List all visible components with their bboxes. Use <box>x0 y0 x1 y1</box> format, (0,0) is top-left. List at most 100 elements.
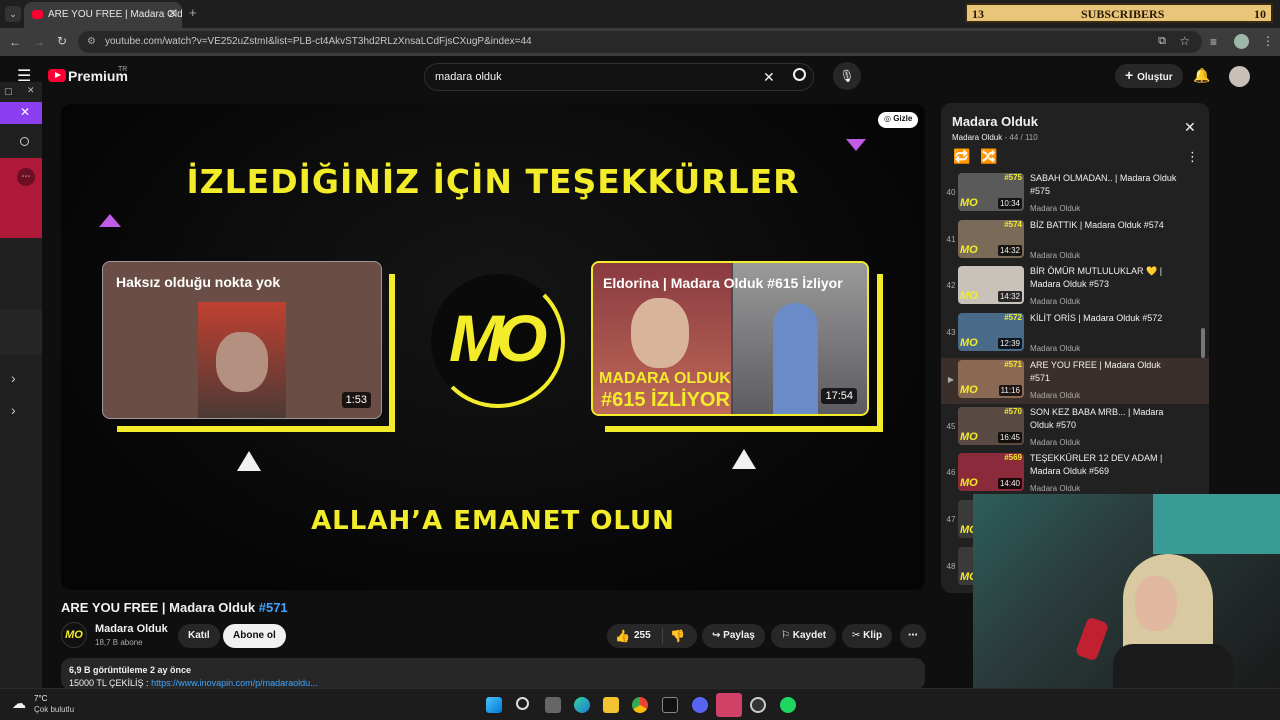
card-frame-left <box>117 426 395 432</box>
overlay-close-icon[interactable]: ✕ <box>27 85 35 96</box>
playlist-item-title: TEŞEKKÜRLER 12 DEV ADAM | Madara Olduk #… <box>1030 453 1163 477</box>
create-button[interactable]: + Oluştur <box>1115 64 1183 88</box>
share-button[interactable]: ↪ Paylaş <box>702 624 765 648</box>
new-tab-icon[interactable]: + <box>189 5 197 20</box>
playlist-menu-icon[interactable]: ⋮ <box>1186 149 1199 165</box>
join-button[interactable]: Katıl <box>178 624 220 648</box>
hide-cards-button[interactable]: ◎ Gizle <box>878 112 919 128</box>
playlist-item-title: BİZ BATTIK | Madara Olduk #574 <box>1030 219 1164 230</box>
playlist-item-thumbnail[interactable]: MO 14:32 <box>958 266 1024 305</box>
playlist-title[interactable]: Madara Olduk <box>952 114 1038 129</box>
install-app-icon[interactable]: ⧉ <box>1158 35 1166 48</box>
end-screen-title: İZLEDİĞİNİZ İÇİN TEŞEKKÜRLER <box>186 162 800 201</box>
file-explorer-icon[interactable] <box>603 697 619 713</box>
chevron-right-icon[interactable]: › <box>11 370 16 386</box>
playlist-item-title: SON KEZ BABA MRB... | Madara Olduk #570 <box>1030 406 1164 430</box>
youtube-logo-icon[interactable] <box>48 69 66 82</box>
x-app-icon[interactable] <box>662 697 678 713</box>
playlist-item-thumbnail[interactable]: MO #569 14:40 <box>958 453 1024 492</box>
search-input[interactable]: madara olduk ✕ <box>424 63 814 91</box>
weather-icon[interactable]: ☁ <box>12 695 26 712</box>
windows-start-icon[interactable] <box>486 697 502 713</box>
clip-label: Klip <box>863 630 883 641</box>
url-text: youtube.com/watch?v=VE252uZstmI&list=PLB… <box>105 36 532 47</box>
description-link[interactable]: https://www.inovapin.com/p/madaraoldu... <box>151 678 318 688</box>
account-avatar[interactable] <box>1229 66 1250 87</box>
browser-tab-active[interactable]: ARE YOU FREE | Madara Olduk <box>24 2 182 28</box>
playlist-item-thumbnail[interactable]: MO #575 10:34 <box>958 173 1024 211</box>
obs-icon[interactable] <box>750 697 766 713</box>
playlist-item-thumbnail[interactable]: MO #572 12:39 <box>958 313 1024 352</box>
playlist-item-duration: 14:32 <box>997 244 1022 256</box>
playlist-position: 44 / 110 <box>1009 133 1038 142</box>
more-actions-button[interactable]: ⋯ <box>900 624 926 648</box>
address-bar[interactable]: ⚙ youtube.com/watch?v=VE252uZstmI&list=P… <box>78 31 1202 53</box>
notifications-bell-icon[interactable]: 🔔 <box>1193 67 1210 84</box>
bookmark-star-icon[interactable]: ☆ <box>1179 34 1190 48</box>
playlist-item-index: 40 <box>946 188 956 197</box>
video-hashtag-link[interactable]: #571 <box>259 600 288 615</box>
channel-logo-circle: MO <box>431 274 565 408</box>
playlist-item[interactable]: ▶ MO #571 11:16 ARE YOU FREE | Madara Olduk … <box>941 357 1209 404</box>
save-button[interactable]: ⚐ Kaydet <box>771 624 837 648</box>
overlay-red-card[interactable]: ⋯ <box>0 158 42 238</box>
share-icon: ↪ <box>712 630 724 641</box>
end-card-left-video[interactable]: Haksız olduğu nokta yok 1:53 <box>102 261 382 419</box>
video-player[interactable]: ◎ Gizle İZLEDİĞİNİZ İÇİN TEŞEKKÜRLER Hak… <box>61 104 925 590</box>
playlist-item[interactable]: 45 MO #570 16:45 SON KEZ BABA MRB... | Madar… <box>941 405 1209 451</box>
chevron-right-icon[interactable]: › <box>11 402 16 418</box>
playlist-item[interactable]: 41 MO #574 14:32 BİZ BATTIK | Madara Olduk #… <box>941 218 1209 264</box>
forward-icon[interactable]: → <box>33 35 45 49</box>
dislike-button[interactable]: 👎 <box>670 629 685 643</box>
site-info-icon[interactable]: ⚙ <box>87 36 96 47</box>
playlist-item[interactable]: 46 MO #569 14:40 TEŞEKKÜRLER 12 DEV ADAM | M… <box>941 451 1209 497</box>
playlist-item-thumbnail[interactable]: MO #571 11:16 <box>958 359 1024 398</box>
youtube-header: ☰ Premium TR madara olduk ✕ 🎙 + Oluştur … <box>0 56 1280 96</box>
tab-close-icon[interactable]: ✕ <box>168 7 177 20</box>
clip-button[interactable]: ✂ Klip <box>842 624 893 648</box>
playlist-item[interactable]: 43 MO #572 12:39 KİLİT ORİS | Madara Olduk #… <box>941 311 1209 357</box>
media-control-icon[interactable]: ≡ <box>1210 35 1217 49</box>
playlist-item-thumbnail[interactable]: MO #574 14:32 <box>958 219 1024 258</box>
spotify-icon[interactable] <box>780 697 796 713</box>
loop-icon[interactable]: 🔁 <box>953 148 970 165</box>
playlist-subtitle: Madara Olduk - 44 / 110 <box>952 133 1038 142</box>
channel-avatar[interactable]: MO <box>61 622 87 648</box>
clear-search-icon[interactable]: ✕ <box>763 69 775 86</box>
end-screen-footer: ALLAH’A EMANET OLUN <box>311 506 675 536</box>
overlay-restore-icon[interactable]: ▢ <box>4 86 13 97</box>
taskbar-search-icon[interactable] <box>516 697 529 710</box>
playlist-item-index: 42 <box>946 281 956 291</box>
playlist-item-thumbnail[interactable]: MO #570 16:45 <box>958 406 1024 445</box>
description-box[interactable]: 6,9 B görüntüleme 2 ay önce 15000 TL ÇEK… <box>61 658 925 690</box>
overlay-purple-bar[interactable]: ✕ <box>0 102 42 124</box>
triangle-decoration-icon <box>846 139 866 151</box>
discord-icon[interactable] <box>692 697 708 713</box>
arrow-up-icon <box>237 451 261 471</box>
like-button[interactable]: 👍 <box>615 629 630 643</box>
playlist-item[interactable]: 40 MO #575 10:34 SABAH OLMADAN.. | Madara Ol… <box>941 171 1209 217</box>
playlist-item[interactable]: 42 MO 14:32 BİR ÖMÜR MUTLULUKLAR 💛 | Madara… <box>941 264 1209 310</box>
back-icon[interactable]: ← <box>9 35 21 49</box>
playlist-close-icon[interactable]: ✕ <box>1184 119 1196 136</box>
playlist-channel[interactable]: Madara Olduk <box>952 133 1002 142</box>
channel-name[interactable]: Madara Olduk <box>95 623 168 635</box>
voice-search-icon[interactable]: 🎙 <box>833 62 861 90</box>
tab-list-button[interactable]: ⌄ <box>5 6 21 22</box>
search-icon[interactable] <box>793 68 806 81</box>
overlay-search-icon[interactable] <box>20 137 29 146</box>
taskbar-active-app[interactable] <box>716 693 742 717</box>
subscribe-button[interactable]: Abone ol <box>223 624 286 648</box>
overlay-row[interactable] <box>0 310 42 354</box>
thumb-logo: MO <box>960 243 978 256</box>
reload-icon[interactable]: ↻ <box>57 34 67 48</box>
profile-avatar-icon[interactable] <box>1234 34 1249 49</box>
end-card-right-video[interactable]: Eldorina | Madara Olduk #615 İzliyor MAD… <box>591 261 869 416</box>
playlist-item-channel: Madara Olduk <box>1030 297 1081 307</box>
chrome-icon[interactable] <box>632 697 648 713</box>
browser-menu-icon[interactable]: ⋮ <box>1262 34 1274 48</box>
task-view-icon[interactable] <box>545 697 561 713</box>
subscribers-widget: 13 SUBSCRIBERS 10 <box>965 3 1273 23</box>
shuffle-icon[interactable]: 🔀 <box>980 148 997 165</box>
edge-icon[interactable] <box>574 697 590 713</box>
